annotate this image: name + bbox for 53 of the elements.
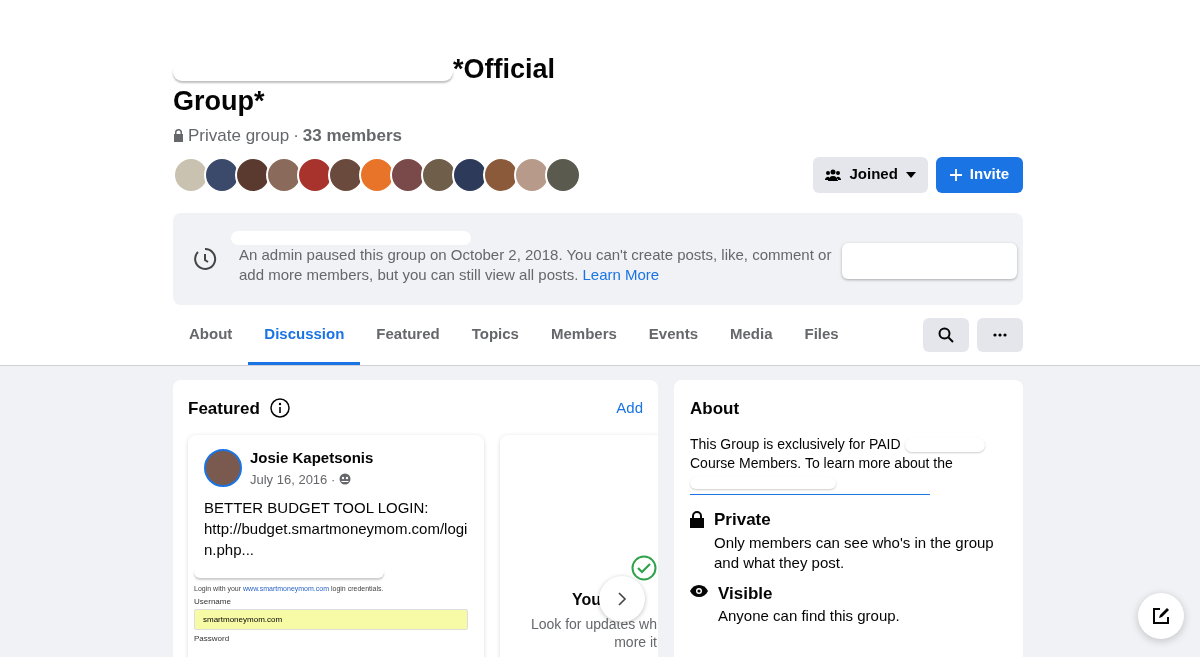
banner-text: An admin paused this group on October 2, 2018. You can't create posts, like, comment or — [239, 244, 832, 265]
chevron-right-icon — [617, 590, 627, 607]
group-title: *Official — [453, 53, 556, 85]
tab[interactable]: Events — [632, 304, 714, 365]
item-text: Only members can see who's in the group and what they post. — [714, 532, 995, 573]
invite-button[interactable]: Invite — [935, 156, 1023, 193]
tab[interactable]: Members — [534, 304, 633, 365]
field-label: Password — [194, 634, 231, 644]
lock-icon — [690, 511, 704, 528]
separator-dot: · — [293, 125, 299, 147]
tab[interactable]: Media — [714, 304, 789, 365]
banner-text: add more members, but you can still view all posts. Learn More — [239, 264, 661, 285]
avatar-photo — [204, 449, 242, 487]
post-date[interactable]: July 16, 2016 · — [250, 469, 336, 489]
lock-icon — [173, 129, 184, 143]
author-name[interactable]: Josie Kapetsonis — [250, 447, 374, 470]
check-circle-icon — [631, 555, 657, 581]
clock-icon — [193, 246, 217, 271]
add-link[interactable]: Add — [616, 397, 643, 420]
input-field: smartmoneymom.com — [194, 609, 468, 630]
eye-icon — [690, 584, 708, 597]
field-label: Username — [194, 597, 232, 607]
tab[interactable]: Topics — [455, 304, 535, 365]
member-count[interactable]: 33 members — [302, 123, 403, 149]
section-title: About — [690, 397, 741, 420]
joined-button[interactable]: Joined — [813, 156, 928, 193]
privacy-label: Private group — [188, 125, 290, 147]
card-text: Look for updates wh — [530, 615, 657, 633]
compose-button[interactable] — [1138, 593, 1184, 639]
item-text: Anyone can find this group. — [718, 606, 900, 626]
group-title: Group* — [173, 85, 266, 117]
caret-icon — [905, 171, 916, 178]
item-title: Private — [714, 509, 772, 531]
item-title: Visible — [718, 582, 774, 605]
more-button[interactable] — [977, 317, 1023, 352]
search-icon — [938, 326, 954, 343]
more-icon — [993, 332, 1007, 337]
card-title: You — [572, 591, 602, 609]
tab[interactable]: Featured — [360, 304, 456, 365]
tab[interactable]: Files — [788, 304, 855, 365]
tab[interactable]: About — [173, 304, 249, 365]
search-button[interactable] — [923, 317, 969, 352]
group-icon — [339, 473, 352, 486]
card-text: more it — [614, 633, 657, 651]
learn-more-link[interactable]: Learn More — [582, 265, 660, 283]
info-icon[interactable] — [269, 398, 290, 419]
edit-icon — [1151, 606, 1171, 626]
about-description: This Group is exclusively for PAID — [690, 435, 901, 454]
post-text: BETTER BUDGET TOOL LOGIN: http://budget.smartmoneymom.com/login.php... — [203, 498, 469, 560]
people-icon — [825, 168, 842, 181]
section-title: Featured — [188, 397, 260, 420]
plus-icon — [949, 168, 962, 181]
about-description: Course Members. To learn more about the — [690, 454, 954, 473]
